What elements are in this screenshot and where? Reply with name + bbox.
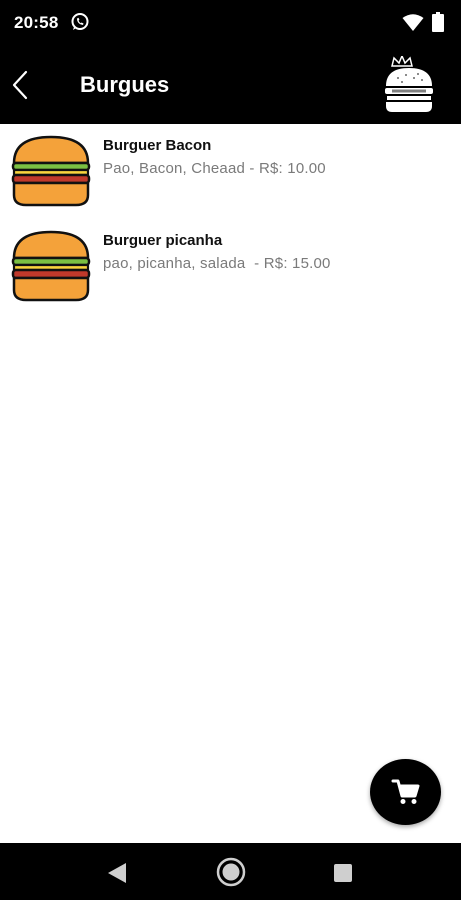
page-title: Burgues: [80, 72, 170, 97]
status-bar: 20:58: [0, 0, 461, 46]
burger-icon: [11, 135, 91, 207]
status-time: 20:58: [14, 13, 59, 32]
product-description: Pao, Bacon, Cheaad - R$: 10.00: [103, 160, 326, 177]
product-name: Burguer Bacon: [103, 137, 212, 154]
product-description: pao, picanha, salada - R$: 15.00: [103, 255, 331, 272]
burger-king-logo-icon: [385, 56, 433, 112]
back-button[interactable]: [4, 66, 36, 104]
product-name: Burguer picanha: [103, 232, 223, 249]
product-item[interactable]: Burguer picanha pao, picanha, salada - R…: [0, 219, 461, 314]
nav-home-icon[interactable]: [215, 856, 247, 888]
burger-icon: [11, 230, 91, 302]
product-item[interactable]: Burguer Bacon Pao, Bacon, Cheaad - R$: 1…: [0, 124, 461, 219]
chevron-left-icon: [12, 70, 28, 100]
app-bar: Burgues: [0, 46, 461, 124]
whatsapp-icon: [71, 13, 89, 30]
battery-icon: [432, 12, 444, 32]
cart-icon: [391, 779, 419, 804]
nav-back-icon[interactable]: [104, 861, 130, 885]
cart-button[interactable]: [370, 759, 441, 825]
nav-recents-icon[interactable]: [333, 863, 353, 883]
product-list: Burguer Bacon Pao, Bacon, Cheaad - R$: 1…: [0, 124, 461, 314]
wifi-icon: [402, 14, 424, 31]
system-nav-bar: [0, 843, 461, 900]
